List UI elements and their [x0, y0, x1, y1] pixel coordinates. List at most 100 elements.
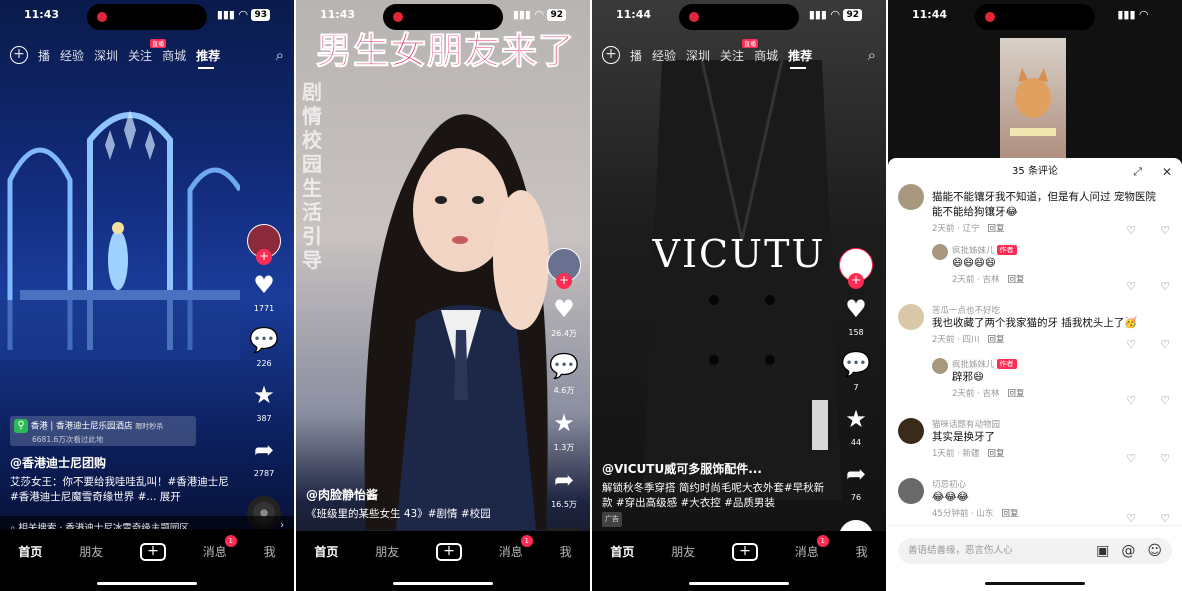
comment-actions: ♡ ♡ — [1126, 512, 1170, 525]
nav-friends[interactable]: 朋友 — [79, 543, 103, 560]
nav-home[interactable]: 首页 — [314, 543, 338, 560]
reply-link[interactable]: 回复 — [1001, 509, 1018, 519]
creator-avatar[interactable]: + — [247, 224, 281, 265]
like-heart-icon[interactable]: ♡ — [1126, 338, 1136, 351]
commenter-avatar[interactable] — [898, 478, 924, 504]
follow-plus-icon[interactable]: + — [848, 273, 864, 289]
dislike-icon[interactable]: ♡ — [1160, 394, 1170, 407]
nav-friends[interactable]: 朋友 — [375, 543, 399, 560]
reply-link[interactable]: 回复 — [988, 224, 1005, 234]
comment-icon[interactable]: 💬 — [249, 327, 279, 353]
tab-broadcast[interactable]: 播 — [630, 47, 642, 64]
share-icon[interactable]: ➦ — [846, 461, 866, 487]
nav-messages[interactable]: 消息 1 — [795, 535, 829, 560]
like-heart-icon[interactable]: ♡ — [1126, 394, 1136, 407]
share-icon[interactable]: ➦ — [554, 467, 574, 493]
tab-mall[interactable]: 商城 — [162, 47, 186, 64]
like-icon[interactable]: ♥ — [553, 296, 575, 322]
at-mention-icon[interactable]: @ — [1121, 538, 1135, 564]
reply-link[interactable]: 回复 — [1008, 389, 1025, 399]
create-button[interactable]: + — [435, 543, 462, 561]
nav-me[interactable]: 我 — [264, 543, 276, 560]
nav-messages[interactable]: 消息 1 — [202, 535, 237, 560]
like-icon[interactable]: ♥ — [845, 296, 867, 322]
tab-recommend[interactable]: 推荐 — [788, 47, 812, 69]
tab-experience[interactable]: 经验 — [652, 47, 676, 64]
like-heart-icon[interactable]: ♡ — [1126, 512, 1136, 525]
commenter-avatar[interactable] — [932, 358, 948, 374]
creator-avatar[interactable]: + — [547, 248, 581, 289]
add-icon[interactable]: + — [602, 46, 620, 64]
dislike-icon[interactable]: ♡ — [1160, 452, 1170, 465]
create-button[interactable]: + — [139, 543, 166, 561]
share-count: 16.5万 — [551, 500, 577, 509]
tab-broadcast[interactable]: 播 — [38, 47, 50, 64]
comment-icon[interactable]: 💬 — [841, 351, 871, 377]
author-name[interactable]: @VICUTU威可多服饰配件... — [602, 462, 826, 477]
caption-text[interactable]: 解锁秋冬季穿搭 简约时尚毛呢大衣外套#早秋新款 #穿出高级感 #大衣控 #品质男… — [602, 481, 826, 511]
like-heart-icon[interactable]: ♡ — [1126, 280, 1136, 293]
commenter-name[interactable]: 猫咪话题有动物园 — [932, 418, 1182, 430]
follow-plus-icon[interactable]: + — [256, 249, 272, 265]
commenter-name[interactable]: 切忌初心 — [932, 478, 1182, 490]
reply-link[interactable]: 回复 — [1008, 275, 1025, 285]
commenter-avatar[interactable] — [898, 418, 924, 444]
comment-icon[interactable]: 💬 — [549, 353, 579, 379]
nav-messages[interactable]: 消息 1 — [499, 535, 533, 560]
location-views: 6681.6万次看过此地 — [32, 435, 104, 444]
expand-icon[interactable]: ⤢ — [1133, 158, 1142, 186]
comment-item: 猫能不能镶牙我不知道，但是有人问过 宠物医院能不能给狗镶牙😂 2天前 · 辽宁回… — [888, 184, 1182, 237]
add-icon[interactable]: + — [10, 46, 28, 64]
nav-me[interactable]: 我 — [856, 543, 868, 560]
nav-me[interactable]: 我 — [560, 543, 572, 560]
commenter-name[interactable]: 疯批姊妹儿 — [952, 246, 995, 256]
like-heart-icon[interactable]: ♡ — [1126, 452, 1136, 465]
tab-mall[interactable]: 商城 — [754, 47, 778, 64]
commenter-name[interactable]: 苦瓜一点也不好吃 — [932, 304, 1182, 316]
author-name[interactable]: @香港迪士尼团购 — [10, 456, 234, 471]
favorite-star-icon[interactable]: ★ — [253, 382, 275, 408]
commenter-avatar[interactable] — [898, 184, 924, 210]
dislike-icon[interactable]: ♡ — [1160, 224, 1170, 237]
creator-avatar[interactable]: + — [839, 248, 873, 289]
emoji-icon[interactable]: ☺ — [1147, 538, 1162, 564]
reply-link[interactable]: 回复 — [988, 449, 1005, 459]
message-badge: 1 — [816, 535, 829, 547]
reply-link[interactable]: 回复 — [988, 335, 1005, 345]
tab-following[interactable]: 关注 直播 — [720, 38, 759, 64]
like-heart-icon[interactable]: ♡ — [1126, 224, 1136, 237]
nav-messages-label: 消息 — [202, 545, 227, 559]
like-icon[interactable]: ♥ — [253, 272, 275, 298]
wifi-icon: ◠ — [831, 8, 840, 21]
tab-following[interactable]: 关注 直播 — [128, 38, 167, 64]
tab-shenzhen[interactable]: 深圳 — [94, 47, 118, 64]
status-time: 11:44 — [912, 8, 948, 21]
nav-home[interactable]: 首页 — [610, 543, 634, 560]
dislike-icon[interactable]: ♡ — [1160, 512, 1170, 525]
nav-friends[interactable]: 朋友 — [671, 543, 695, 560]
commenter-avatar[interactable] — [932, 244, 948, 260]
dislike-icon[interactable]: ♡ — [1160, 338, 1170, 351]
status-bar: 11:44 ▮▮▮ ◠ 92 — [592, 4, 886, 30]
dislike-icon[interactable]: ♡ — [1160, 280, 1170, 293]
commenter-avatar[interactable] — [898, 304, 924, 330]
tab-experience[interactable]: 经验 — [60, 47, 84, 64]
search-icon[interactable]: ⌕ — [276, 46, 284, 64]
share-icon[interactable]: ➦ — [254, 437, 274, 463]
caption-text[interactable]: 艾莎女王：你不要给我哇哇乱叫！#香港迪士尼 #香港迪士尼魔雪奇缘世界 #... … — [10, 475, 234, 505]
close-icon[interactable]: ✕ — [1162, 158, 1172, 186]
image-icon[interactable]: ▣ — [1096, 538, 1109, 564]
caption-text[interactable]: 《班级里的某些女生 43》#剧情 #校园 — [306, 507, 530, 522]
author-name[interactable]: @肉脸静怡酱 — [306, 488, 530, 503]
tab-recommend[interactable]: 推荐 — [196, 47, 220, 69]
favorite-star-icon[interactable]: ★ — [845, 406, 867, 432]
tab-shenzhen[interactable]: 深圳 — [686, 47, 710, 64]
nav-home[interactable]: 首页 — [18, 543, 42, 560]
create-button[interactable]: + — [731, 543, 758, 561]
search-icon[interactable]: ⌕ — [868, 46, 876, 64]
location-card[interactable]: ⚲ 香港 | 香港迪士尼乐园酒店 限时秒杀 6681.6万次看过此地 — [10, 416, 196, 446]
follow-plus-icon[interactable]: + — [556, 273, 572, 289]
commenter-name[interactable]: 疯批姊妹儿 — [952, 360, 995, 370]
favorite-star-icon[interactable]: ★ — [553, 410, 575, 436]
minimized-video[interactable] — [1000, 38, 1066, 158]
